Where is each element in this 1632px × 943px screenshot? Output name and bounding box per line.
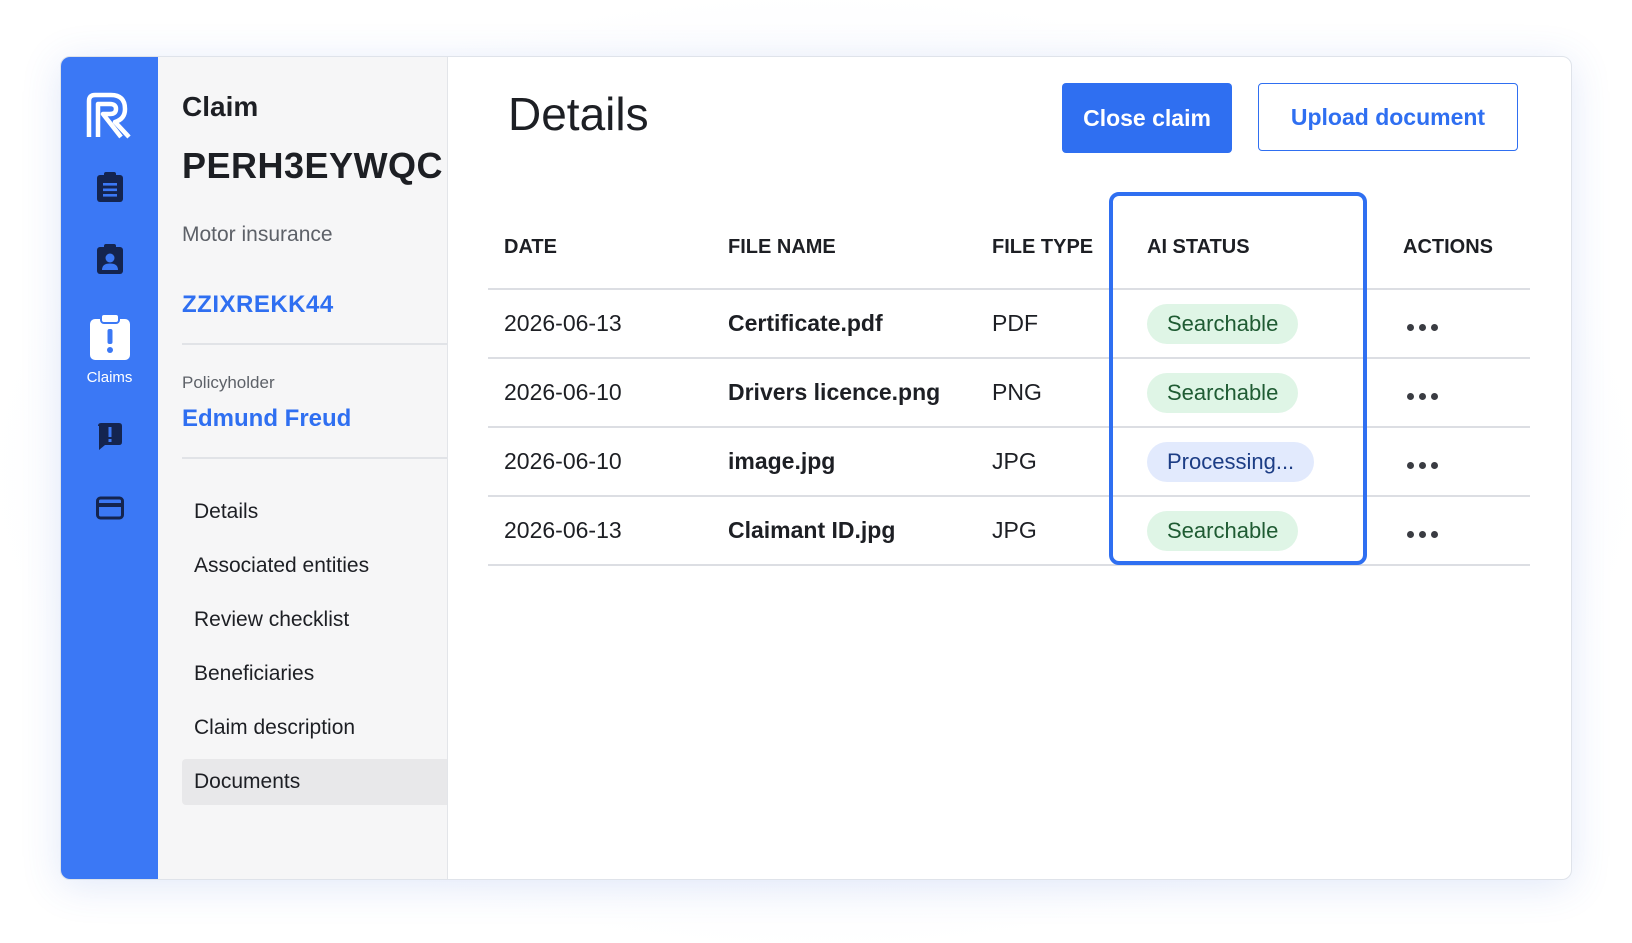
cell-file-type: PDF bbox=[976, 289, 1131, 359]
reference-link[interactable]: ZZIXREKK44 bbox=[182, 291, 334, 319]
claim-type: Motor insurance bbox=[182, 223, 333, 246]
rail-item-payments[interactable] bbox=[61, 492, 158, 524]
status-badge: Searchable bbox=[1147, 510, 1299, 551]
cell-file-type: JPG bbox=[976, 427, 1131, 497]
more-actions-icon[interactable] bbox=[1403, 387, 1442, 406]
app-window: Claims Claim PERH3EYWQC Motor insurance … bbox=[60, 56, 1572, 880]
cell-ai-status: Searchable bbox=[1131, 496, 1387, 566]
upload-document-button[interactable]: Upload document bbox=[1258, 83, 1518, 151]
cell-file-type: PNG bbox=[976, 358, 1131, 428]
cell-file-name[interactable]: image.jpg bbox=[712, 427, 976, 497]
cell-file-name[interactable]: Claimant ID.jpg bbox=[712, 496, 976, 566]
rail-item-claims[interactable]: Claims bbox=[61, 313, 158, 386]
more-actions-icon[interactable] bbox=[1403, 318, 1442, 337]
table-row[interactable]: 2026-06-10 image.jpg JPG Processing... bbox=[488, 427, 1530, 497]
divider bbox=[182, 457, 447, 459]
claims-icon bbox=[89, 313, 130, 360]
column-header-file-type[interactable]: FILE TYPE bbox=[976, 207, 1131, 290]
credit-card-icon bbox=[95, 496, 124, 520]
rail-item-tasks[interactable] bbox=[61, 171, 158, 203]
divider bbox=[182, 343, 447, 345]
cell-actions bbox=[1387, 358, 1530, 428]
app-logo-icon[interactable] bbox=[85, 91, 135, 141]
claim-section-menu: Details Associated entities Review check… bbox=[182, 489, 447, 805]
cell-ai-status: Searchable bbox=[1131, 289, 1387, 359]
cell-ai-status: Searchable bbox=[1131, 358, 1387, 428]
claim-id: PERH3EYWQC bbox=[182, 145, 444, 186]
cell-actions bbox=[1387, 427, 1530, 497]
rail-item-alerts[interactable] bbox=[61, 420, 158, 452]
alert-message-icon bbox=[97, 423, 122, 450]
cell-date: 2026-06-13 bbox=[488, 496, 712, 566]
cell-ai-status: Processing... bbox=[1131, 427, 1387, 497]
more-actions-icon[interactable] bbox=[1403, 525, 1442, 544]
menu-item-details[interactable]: Details bbox=[182, 489, 447, 535]
cell-date: 2026-06-10 bbox=[488, 358, 712, 428]
status-badge: Searchable bbox=[1147, 303, 1299, 344]
menu-item-beneficiaries[interactable]: Beneficiaries bbox=[182, 651, 447, 697]
more-actions-icon[interactable] bbox=[1403, 456, 1442, 475]
cell-actions bbox=[1387, 496, 1530, 566]
column-header-ai-status[interactable]: AI STATUS bbox=[1131, 207, 1387, 290]
status-badge: Searchable bbox=[1147, 372, 1299, 413]
table-header-row: DATE FILE NAME FILE TYPE AI STATUS ACTIO… bbox=[488, 207, 1530, 290]
icon-rail: Claims bbox=[61, 57, 158, 879]
contact-badge-icon bbox=[96, 244, 123, 274]
documents-table: DATE FILE NAME FILE TYPE AI STATUS ACTIO… bbox=[488, 207, 1530, 566]
policyholder-label: Policyholder bbox=[182, 373, 275, 392]
table-row[interactable]: 2026-06-10 Drivers licence.png PNG Searc… bbox=[488, 358, 1530, 428]
table-row[interactable]: 2026-06-13 Certificate.pdf PDF Searchabl… bbox=[488, 289, 1530, 359]
menu-item-associated-entities[interactable]: Associated entities bbox=[182, 543, 447, 589]
claim-side-panel: Claim PERH3EYWQC Motor insurance ZZIXREK… bbox=[158, 57, 448, 879]
close-claim-button[interactable]: Close claim bbox=[1062, 83, 1232, 153]
clipboard-list-icon bbox=[96, 172, 123, 202]
rail-item-contacts[interactable] bbox=[61, 243, 158, 275]
cell-file-type: JPG bbox=[976, 496, 1131, 566]
documents-main: Details Close claim Upload document DATE… bbox=[448, 57, 1571, 879]
table-row[interactable]: 2026-06-13 Claimant ID.jpg JPG Searchabl… bbox=[488, 496, 1530, 566]
column-header-file-name[interactable]: FILE NAME bbox=[712, 207, 976, 290]
menu-item-review-checklist[interactable]: Review checklist bbox=[182, 597, 447, 643]
cell-actions bbox=[1387, 289, 1530, 359]
column-header-date[interactable]: DATE bbox=[488, 207, 712, 290]
status-badge: Processing... bbox=[1147, 441, 1315, 482]
page-title: Details bbox=[508, 88, 649, 140]
cell-file-name[interactable]: Certificate.pdf bbox=[712, 289, 976, 359]
claim-label: Claim bbox=[182, 91, 259, 122]
menu-item-claim-description[interactable]: Claim description bbox=[182, 705, 447, 751]
cell-date: 2026-06-13 bbox=[488, 289, 712, 359]
menu-item-documents[interactable]: Documents bbox=[182, 759, 447, 805]
policyholder-link[interactable]: Edmund Freud bbox=[182, 405, 351, 433]
column-header-actions: ACTIONS bbox=[1387, 207, 1530, 290]
rail-item-claims-label: Claims bbox=[86, 369, 133, 386]
cell-date: 2026-06-10 bbox=[488, 427, 712, 497]
cell-file-name[interactable]: Drivers licence.png bbox=[712, 358, 976, 428]
